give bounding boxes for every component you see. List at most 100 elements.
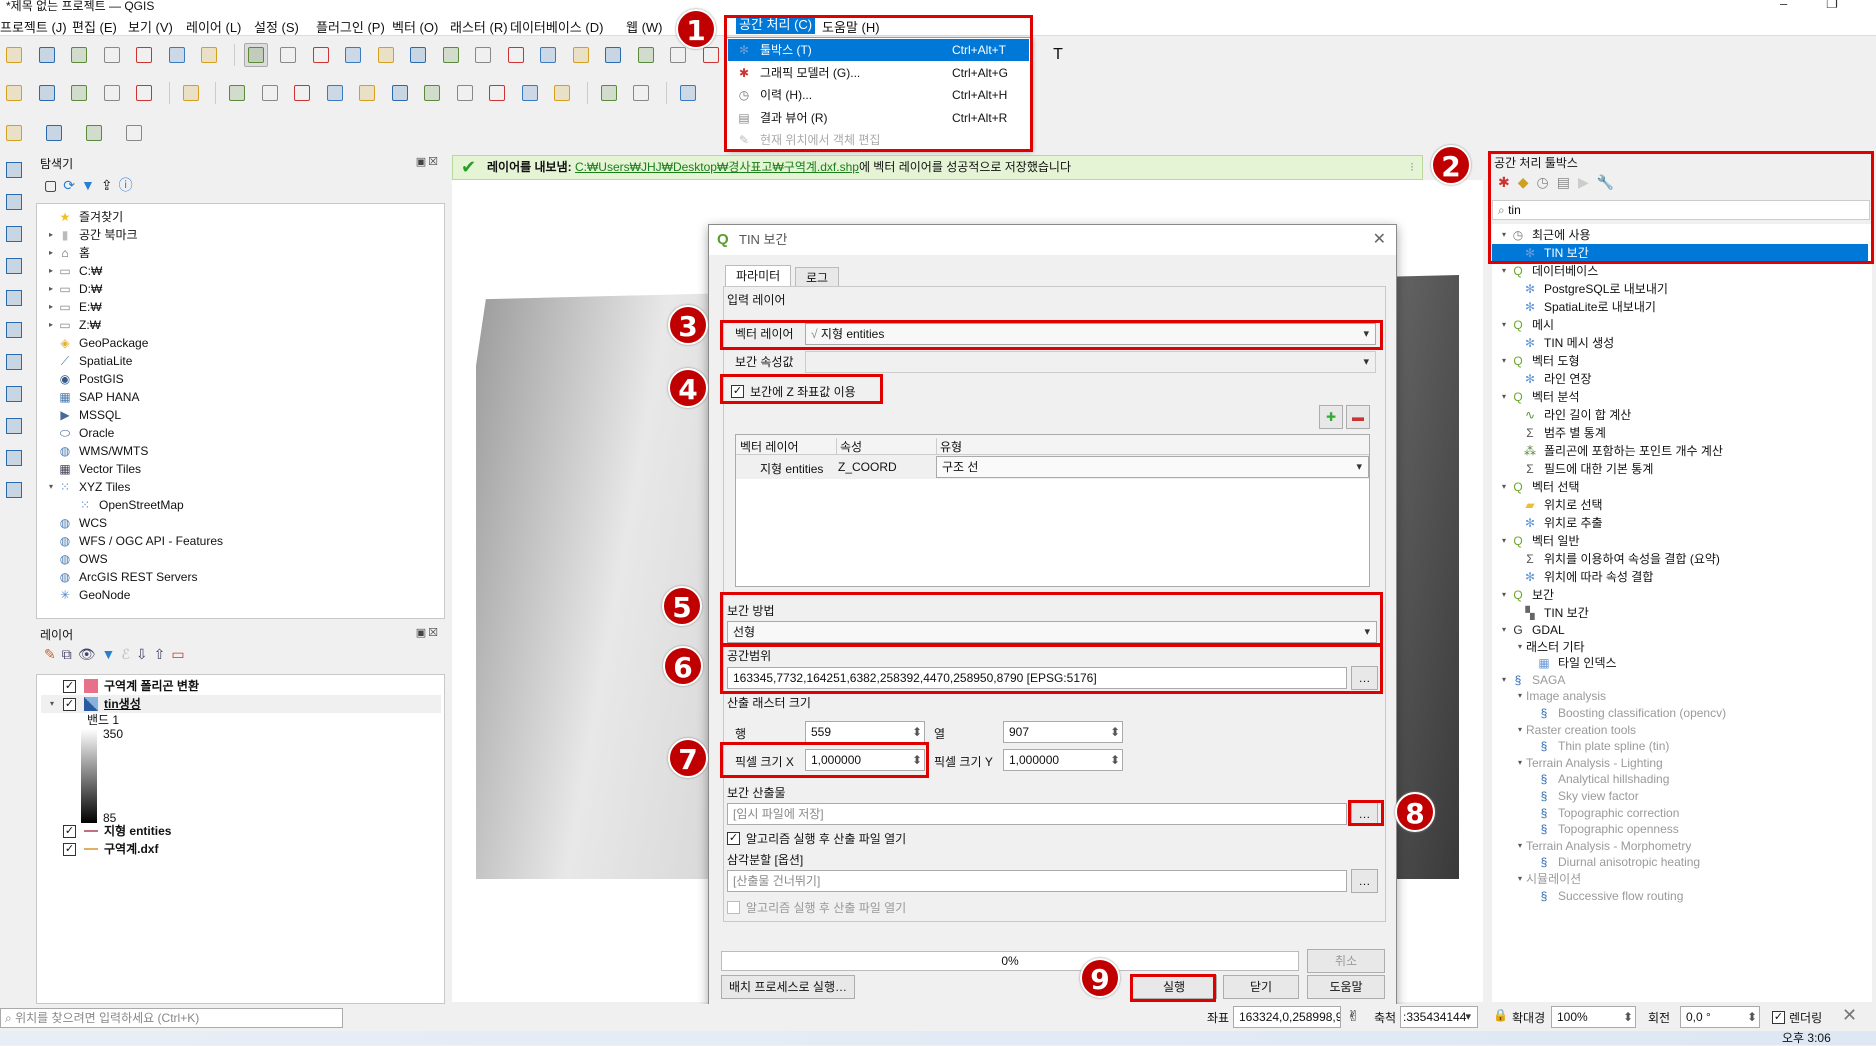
browser-item[interactable]: ◍ WCS (45, 514, 107, 532)
open-attribute-table-icon[interactable] (42, 121, 66, 145)
menu-3[interactable]: 레이어 (L) (186, 17, 241, 36)
help-button[interactable]: 도움말 (1307, 975, 1385, 999)
new-geopackage-layer-icon[interactable] (35, 81, 59, 105)
redo-icon[interactable] (550, 81, 574, 105)
toolbox-algorithm[interactable]: ✻ TIN 메시 생성 (1492, 334, 1868, 352)
attribute-combo[interactable] (805, 351, 1376, 373)
layer-item[interactable]: ✓ 구역계 폴리곤 변환 (41, 677, 441, 695)
browser-item[interactable]: ◉ PostGIS (45, 370, 124, 388)
browser-item[interactable]: ★ 즐겨찾기 (45, 208, 124, 226)
menu-item-0[interactable]: ✻ 툴박스 (T) Ctrl+Alt+T (728, 39, 1029, 61)
toolbox-group[interactable]: ▾ Raster creation tools (1492, 722, 1868, 739)
expand-arrow-icon[interactable]: ▸ (45, 298, 57, 316)
toolbox-algorithm[interactable]: ✻ 위치에 따라 속성 결합 (1492, 568, 1868, 586)
zoom-next-icon[interactable] (536, 43, 560, 67)
cut-icon[interactable] (420, 81, 444, 105)
save-edits-icon[interactable] (290, 81, 314, 105)
expand-arrow-icon[interactable]: ▾ (1514, 688, 1526, 705)
toolbox-algorithm[interactable]: ✻ 위치로 추출 (1492, 514, 1868, 532)
toolbox-group[interactable]: ▾ 시뮬레이션 (1492, 871, 1868, 888)
add-feature-icon[interactable] (323, 81, 347, 105)
toolbox-algorithm[interactable]: ✻ SpatiaLite로 내보내기 (1492, 298, 1868, 316)
toolbox-group[interactable]: ▾ Q 데이터베이스 (1492, 262, 1868, 280)
help-icon[interactable] (676, 81, 700, 105)
lock-icon[interactable]: 🔒 (1493, 1008, 1508, 1022)
panel-float-close-buttons[interactable]: ▣☒ (416, 626, 440, 639)
digitize-layer-icon[interactable] (179, 81, 203, 105)
paste-icon[interactable] (485, 81, 509, 105)
menu-item-2[interactable]: ◷ 이력 (H)... Ctrl+Alt+H (728, 84, 1029, 106)
zoom-layer-icon[interactable] (439, 43, 463, 67)
deselect-icon[interactable] (82, 121, 106, 145)
toolbox-algorithm[interactable]: § Boosting classification (opencv) (1492, 705, 1868, 722)
extent-input[interactable]: 163345,7732,164251,6382,258392,4470,2589… (727, 667, 1347, 689)
toolbox-group[interactable]: ▾ Q 벡터 분석 (1492, 388, 1868, 406)
exported-file-link[interactable]: C:₩Users₩JHJ₩Desktop₩경사표고₩구역계.dxf.shp (575, 160, 859, 174)
toolbox-group[interactable]: ▾ Q 메시 (1492, 316, 1868, 334)
expand-arrow-icon[interactable]: ▸ (45, 226, 57, 244)
toolbox-algorithm[interactable]: Σ 필드에 대한 기본 통계 (1492, 460, 1868, 478)
layer-item[interactable]: ✓ 구역계.dxf (41, 840, 441, 858)
expand-arrow-icon[interactable]: ▸ (45, 244, 57, 262)
browser-item[interactable]: ▸ ▮ 공간 북마크 (45, 226, 138, 244)
expand-arrow-icon[interactable]: ▾ (45, 478, 57, 496)
tab-log[interactable]: 로그 (795, 267, 840, 287)
expand-arrow-icon[interactable]: ▾ (1498, 226, 1510, 244)
label-icon[interactable] (597, 81, 621, 105)
use-z-checkbox[interactable]: ✓ 보간에 Z 좌표값 이용 (731, 383, 856, 400)
expand-arrow-icon[interactable]: ▸ (45, 280, 57, 298)
expand-arrow-icon[interactable]: ▾ (1498, 388, 1510, 406)
zoom-last-icon[interactable] (504, 43, 528, 67)
menu-5[interactable]: 플러그인 (P) (316, 17, 385, 36)
browser-item[interactable]: ◍ WFS / OGC API - Features (45, 532, 223, 550)
vertex-tool-icon[interactable] (355, 81, 379, 105)
add-layer-icon[interactable] (2, 446, 26, 470)
text-annotation-icon[interactable]: T (1046, 43, 1070, 67)
menu-10[interactable]: 공간 처리 (C) (736, 15, 816, 34)
toolbox-group[interactable]: ▾ Q 보간 (1492, 586, 1868, 604)
expand-arrow-icon[interactable]: ▸ (45, 316, 57, 334)
output-browse-button[interactable]: … (1351, 802, 1378, 826)
toolbox-group[interactable]: ▾ 래스터 기타 (1492, 639, 1868, 656)
open-output-checkbox[interactable]: ✓ 알고리즘 실행 후 산출 파일 열기 (727, 830, 906, 847)
new-map-view-icon[interactable] (634, 43, 658, 67)
coordinate-input[interactable]: 163324,0,258998,9 (1233, 1006, 1341, 1028)
pin-label-icon[interactable] (629, 81, 653, 105)
scale-combo[interactable]: :335434144 (1400, 1006, 1478, 1028)
toolbox-algorithm[interactable]: § Thin plate spline (tin) (1492, 738, 1868, 755)
browser-item[interactable]: ◍ ArcGIS REST Servers (45, 568, 198, 586)
expand-arrow-icon[interactable]: ▾ (1498, 532, 1510, 550)
new-spatialite-layer-icon[interactable] (100, 81, 124, 105)
expand-arrow-icon[interactable]: ▾ (1498, 316, 1510, 334)
browser-item[interactable]: ▾ ⁙ XYZ Tiles (45, 478, 130, 496)
toggle-editing-icon[interactable] (225, 81, 249, 105)
toolbox-group[interactable]: ▾ G GDAL (1492, 622, 1868, 639)
browser-item[interactable]: ⬭ Oracle (45, 424, 114, 442)
show-bookmarks-icon[interactable] (601, 43, 625, 67)
toolbox-group[interactable]: ▾ Q 벡터 일반 (1492, 532, 1868, 550)
menu-4[interactable]: 설정 (S) (254, 17, 299, 36)
menu-2[interactable]: 보기 (V) (128, 17, 173, 36)
browser-item[interactable]: ▶ MSSQL (45, 406, 121, 424)
tab-parameters[interactable]: 파라미터 (725, 265, 792, 287)
toolbox-algorithm[interactable]: Σ 범주 별 통계 (1492, 424, 1868, 442)
menu-1[interactable]: 편집 (E) (72, 17, 117, 36)
pan-to-selection-icon[interactable] (276, 43, 300, 67)
browser-item[interactable]: ✳ GeoNode (45, 586, 130, 604)
triangulation-file-input[interactable]: [산출물 건너뛰기] (727, 870, 1347, 892)
browser-item[interactable]: ▦ SAP HANA (45, 388, 139, 406)
render-checkbox[interactable]: ✓ 렌더링 (1772, 1009, 1822, 1026)
layer-item[interactable]: ✓ 지형 entities (41, 822, 441, 840)
add-layer-icon[interactable] (2, 190, 26, 214)
expand-arrow-icon[interactable]: ▾ (1498, 622, 1510, 639)
toolbox-group[interactable]: ▾ § SAGA (1492, 672, 1868, 689)
toolbox-algorithm[interactable]: ▦ 타일 인덱스 (1492, 655, 1868, 672)
layer-item[interactable]: ▾ ✓ tin생성 (41, 695, 441, 713)
rotation-spinbox[interactable]: 0,0 ° (1680, 1006, 1760, 1028)
expand-arrow-icon[interactable]: ▾ (1514, 871, 1526, 888)
output-file-input[interactable]: [임시 파일에 저장] (727, 803, 1347, 825)
toolbox-group[interactable]: ▾ Image analysis (1492, 688, 1868, 705)
rows-spinbox[interactable]: 559 (805, 721, 925, 743)
menu-0[interactable]: 프로젝트 (J) (0, 17, 67, 36)
new-project-icon[interactable] (2, 43, 26, 67)
